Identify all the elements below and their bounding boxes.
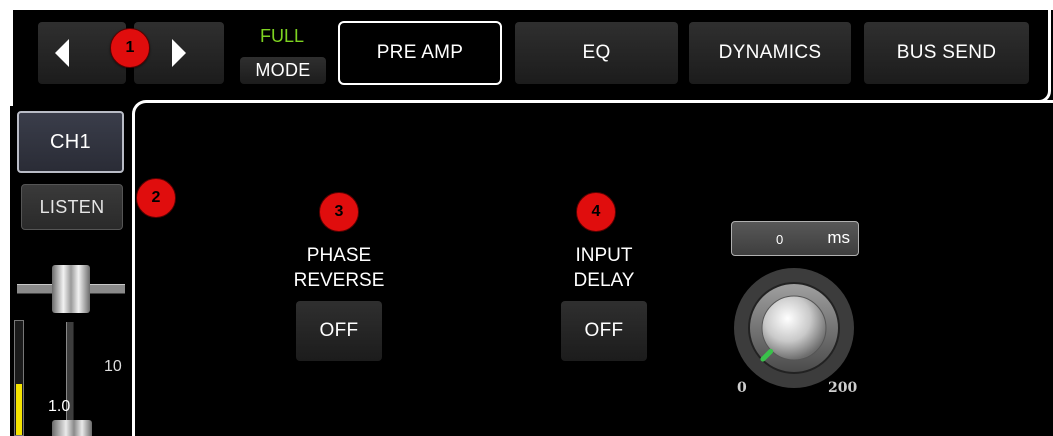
level-meter-fill xyxy=(16,383,22,435)
input-delay-label-line1: INPUT xyxy=(575,245,633,266)
phase-reverse-button[interactable]: OFF xyxy=(296,301,382,361)
knob-min-label: 0 xyxy=(737,380,747,396)
mode-status: FULL xyxy=(259,26,304,46)
level-meter xyxy=(14,320,24,436)
fader-scale-top: 10 xyxy=(104,358,122,375)
tab-bus-send[interactable]: BUS SEND xyxy=(864,22,1029,84)
phase-label-line1: PHASE xyxy=(306,245,372,266)
annotation-badge-3: 3 xyxy=(319,192,359,232)
preamp-panel xyxy=(132,100,1053,436)
delay-readout[interactable]: 0 ms xyxy=(731,221,859,256)
tab-eq[interactable]: EQ xyxy=(515,22,678,84)
triangle-left-icon xyxy=(55,39,69,67)
triangle-right-icon xyxy=(172,39,186,67)
tab-pre-amp[interactable]: PRE AMP xyxy=(338,21,502,85)
fader-scale-value: 1.0 xyxy=(48,398,71,415)
frame-border-left xyxy=(10,10,13,106)
fader-cap[interactable] xyxy=(52,420,92,436)
delay-readout-value: 0 xyxy=(776,232,784,247)
annotation-badge-1: 1 xyxy=(110,28,150,68)
panel-border-right xyxy=(1037,10,1051,103)
fader-track xyxy=(66,322,74,436)
delay-knob[interactable] xyxy=(730,264,860,399)
input-delay-label-line2: DELAY xyxy=(573,270,635,291)
knob-max-label: 200 xyxy=(828,380,858,396)
mode-button[interactable]: MODE xyxy=(240,57,326,84)
phase-label-line2: REVERSE xyxy=(293,270,385,291)
annotation-badge-2: 2 xyxy=(136,178,176,218)
listen-button[interactable]: LISTEN xyxy=(21,184,123,230)
mixer-screen: FULL MODE PRE AMP EQ DYNAMICS BUS SEND 1… xyxy=(0,0,1053,436)
annotation-badge-4: 4 xyxy=(576,192,616,232)
tab-dynamics[interactable]: DYNAMICS xyxy=(689,22,851,84)
delay-readout-unit: ms xyxy=(827,228,850,247)
channel-name-button[interactable]: CH1 xyxy=(17,111,124,173)
fader-knob[interactable] xyxy=(52,265,90,313)
input-delay-button[interactable]: OFF xyxy=(561,301,647,361)
